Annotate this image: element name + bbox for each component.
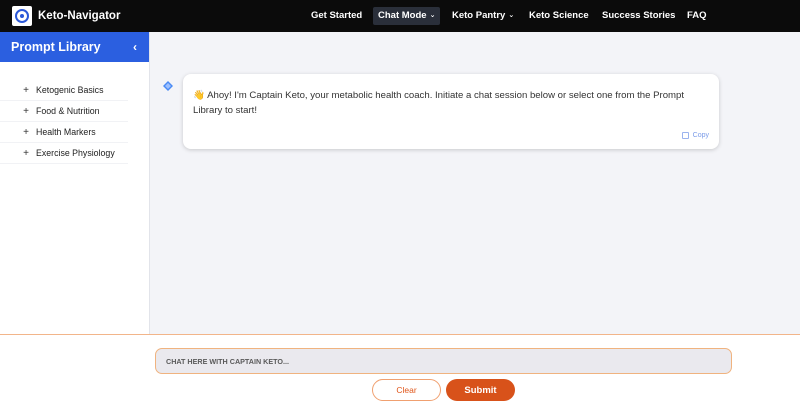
sidebar-item-label: Ketogenic Basics [36,85,104,95]
copy-icon [681,132,689,139]
clear-button[interactable]: Clear [372,379,441,401]
copy-button[interactable]: Copy [681,132,709,139]
nav-label: Success Stories [602,10,676,21]
copy-label: Copy [692,132,709,139]
chat-composer: Clear Submit [0,334,800,412]
nav-label: Chat Mode [378,10,427,21]
nav-label: FAQ [687,10,707,21]
nav-keto-pantry[interactable]: Keto Pantry ⌄ [447,7,519,25]
nav-label: Keto Science [529,10,589,21]
assistant-avatar-icon [163,81,173,91]
prompt-library-sidebar: Prompt Library ‹ + Ketogenic Basics + Fo… [0,32,150,334]
nav-faq[interactable]: FAQ [682,7,712,25]
submit-button[interactable]: Submit [446,379,515,401]
top-nav-bar: Keto-Navigator Get Started Chat Mode ⌄ Ke… [0,0,800,32]
assistant-message-text: 👋 Ahoy! I'm Captain Keto, your metabolic… [193,90,685,116]
sidebar-item-health-markers[interactable]: + Health Markers [0,122,128,143]
sidebar-item-food-nutrition[interactable]: + Food & Nutrition [0,101,128,122]
plus-icon: + [23,147,29,159]
nav-keto-science[interactable]: Keto Science [524,7,594,25]
main-nav: Get Started Chat Mode ⌄ Keto Pantry ⌄ Keto… [0,0,800,32]
prompt-category-list: + Ketogenic Basics + Food & Nutrition + … [0,80,149,164]
sidebar-item-label: Health Markers [36,127,96,137]
sidebar-item-ketogenic-basics[interactable]: + Ketogenic Basics [0,80,128,101]
plus-icon: + [23,84,29,96]
plus-icon: + [23,105,29,117]
assistant-message-bubble: 👋 Ahoy! I'm Captain Keto, your metabolic… [183,74,719,149]
nav-get-started[interactable]: Get Started [306,7,367,25]
sidebar-item-exercise-physiology[interactable]: + Exercise Physiology [0,143,128,164]
nav-success-stories[interactable]: Success Stories [597,7,680,25]
sidebar-title: Prompt Library [11,40,101,54]
nav-label: Get Started [311,10,363,21]
chevron-down-icon: ⌄ [429,12,436,19]
plus-icon: + [23,126,29,138]
nav-chat-mode[interactable]: Chat Mode ⌄ [373,7,441,25]
nav-label: Keto Pantry [452,10,506,21]
chevron-down-icon: ⌄ [508,12,515,19]
chevron-left-icon[interactable]: ‹ [133,40,137,54]
sidebar-header: Prompt Library ‹ [0,32,149,62]
sidebar-item-label: Food & Nutrition [36,106,100,116]
sidebar-item-label: Exercise Physiology [36,148,115,158]
chat-input[interactable] [155,348,732,374]
